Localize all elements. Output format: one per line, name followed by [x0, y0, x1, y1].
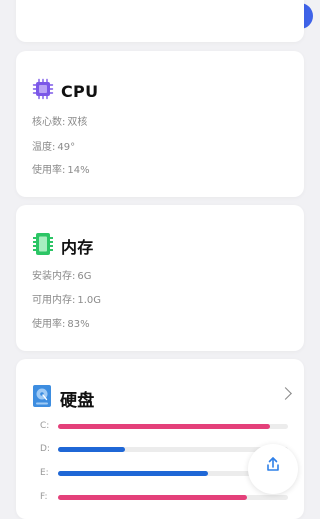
cpu-usage-stat: 使用率: 14%: [32, 161, 90, 176]
drive-usage-bar: [58, 423, 270, 429]
cpu-temp-value: 49°: [57, 142, 76, 153]
memory-available-value: 1.0G: [77, 295, 102, 306]
cpu-temp-label: 温度:: [32, 142, 56, 153]
cpu-card[interactable]: CPU 核心数: 双核 温度: 49° 使用率: 14%: [16, 51, 304, 197]
cpu-header: CPU: [32, 78, 98, 104]
cpu-cores-stat: 核心数: 双核: [32, 113, 87, 128]
memory-usage-value: 83%: [67, 319, 90, 330]
memory-card[interactable]: 内存 安装内存: 6G 可用内存: 1.0G 使用率: 83%: [16, 205, 304, 351]
memory-installed-stat: 安装内存: 6G: [32, 267, 92, 282]
drive-row: F:: [40, 491, 288, 503]
disk-header: 硬盘: [32, 384, 95, 412]
drive-row: C:: [40, 420, 288, 432]
cpu-chip-icon: [32, 78, 54, 104]
drive-usage-bar: [58, 494, 247, 500]
cpu-temp-stat: 温度: 49°: [32, 138, 75, 153]
memory-available-stat: 可用内存: 1.0G: [32, 291, 101, 306]
drive-row: D:: [40, 443, 288, 455]
drive-usage-track: [58, 494, 288, 500]
memory-installed-label: 安装内存:: [32, 271, 76, 282]
drive-usage-track: [58, 446, 288, 452]
drive-usage-bar: [58, 446, 125, 452]
hard-disk-icon: [32, 384, 52, 412]
drive-usage-bar: [58, 470, 208, 476]
memory-header: 内存: [32, 232, 94, 260]
chevron-right-icon[interactable]: [279, 387, 292, 400]
memory-usage-stat: 使用率: 83%: [32, 315, 90, 330]
drive-label: E:: [40, 468, 49, 478]
drive-usage-track: [58, 423, 288, 429]
memory-installed-value: 6G: [77, 271, 92, 282]
cpu-title: CPU: [61, 81, 99, 101]
cpu-cores-label: 核心数:: [32, 117, 66, 128]
drive-label: D:: [40, 444, 50, 454]
memory-usage-label: 使用率:: [32, 319, 66, 330]
cpu-usage-value: 14%: [67, 165, 90, 176]
memory-available-label: 可用内存:: [32, 295, 76, 306]
memory-title: 内存: [61, 238, 94, 257]
previous-card: [16, 0, 304, 42]
drive-label: C:: [40, 421, 50, 431]
disk-title: 硬盘: [60, 390, 95, 411]
disk-card[interactable]: 硬盘 C: D: E: F:: [16, 359, 304, 519]
share-button[interactable]: [248, 444, 298, 494]
cpu-cores-value: 双核: [67, 117, 88, 128]
share-upload-icon: [265, 456, 281, 476]
cpu-usage-label: 使用率:: [32, 165, 66, 176]
drive-label: F:: [40, 492, 48, 502]
memory-stick-icon: [32, 232, 54, 260]
